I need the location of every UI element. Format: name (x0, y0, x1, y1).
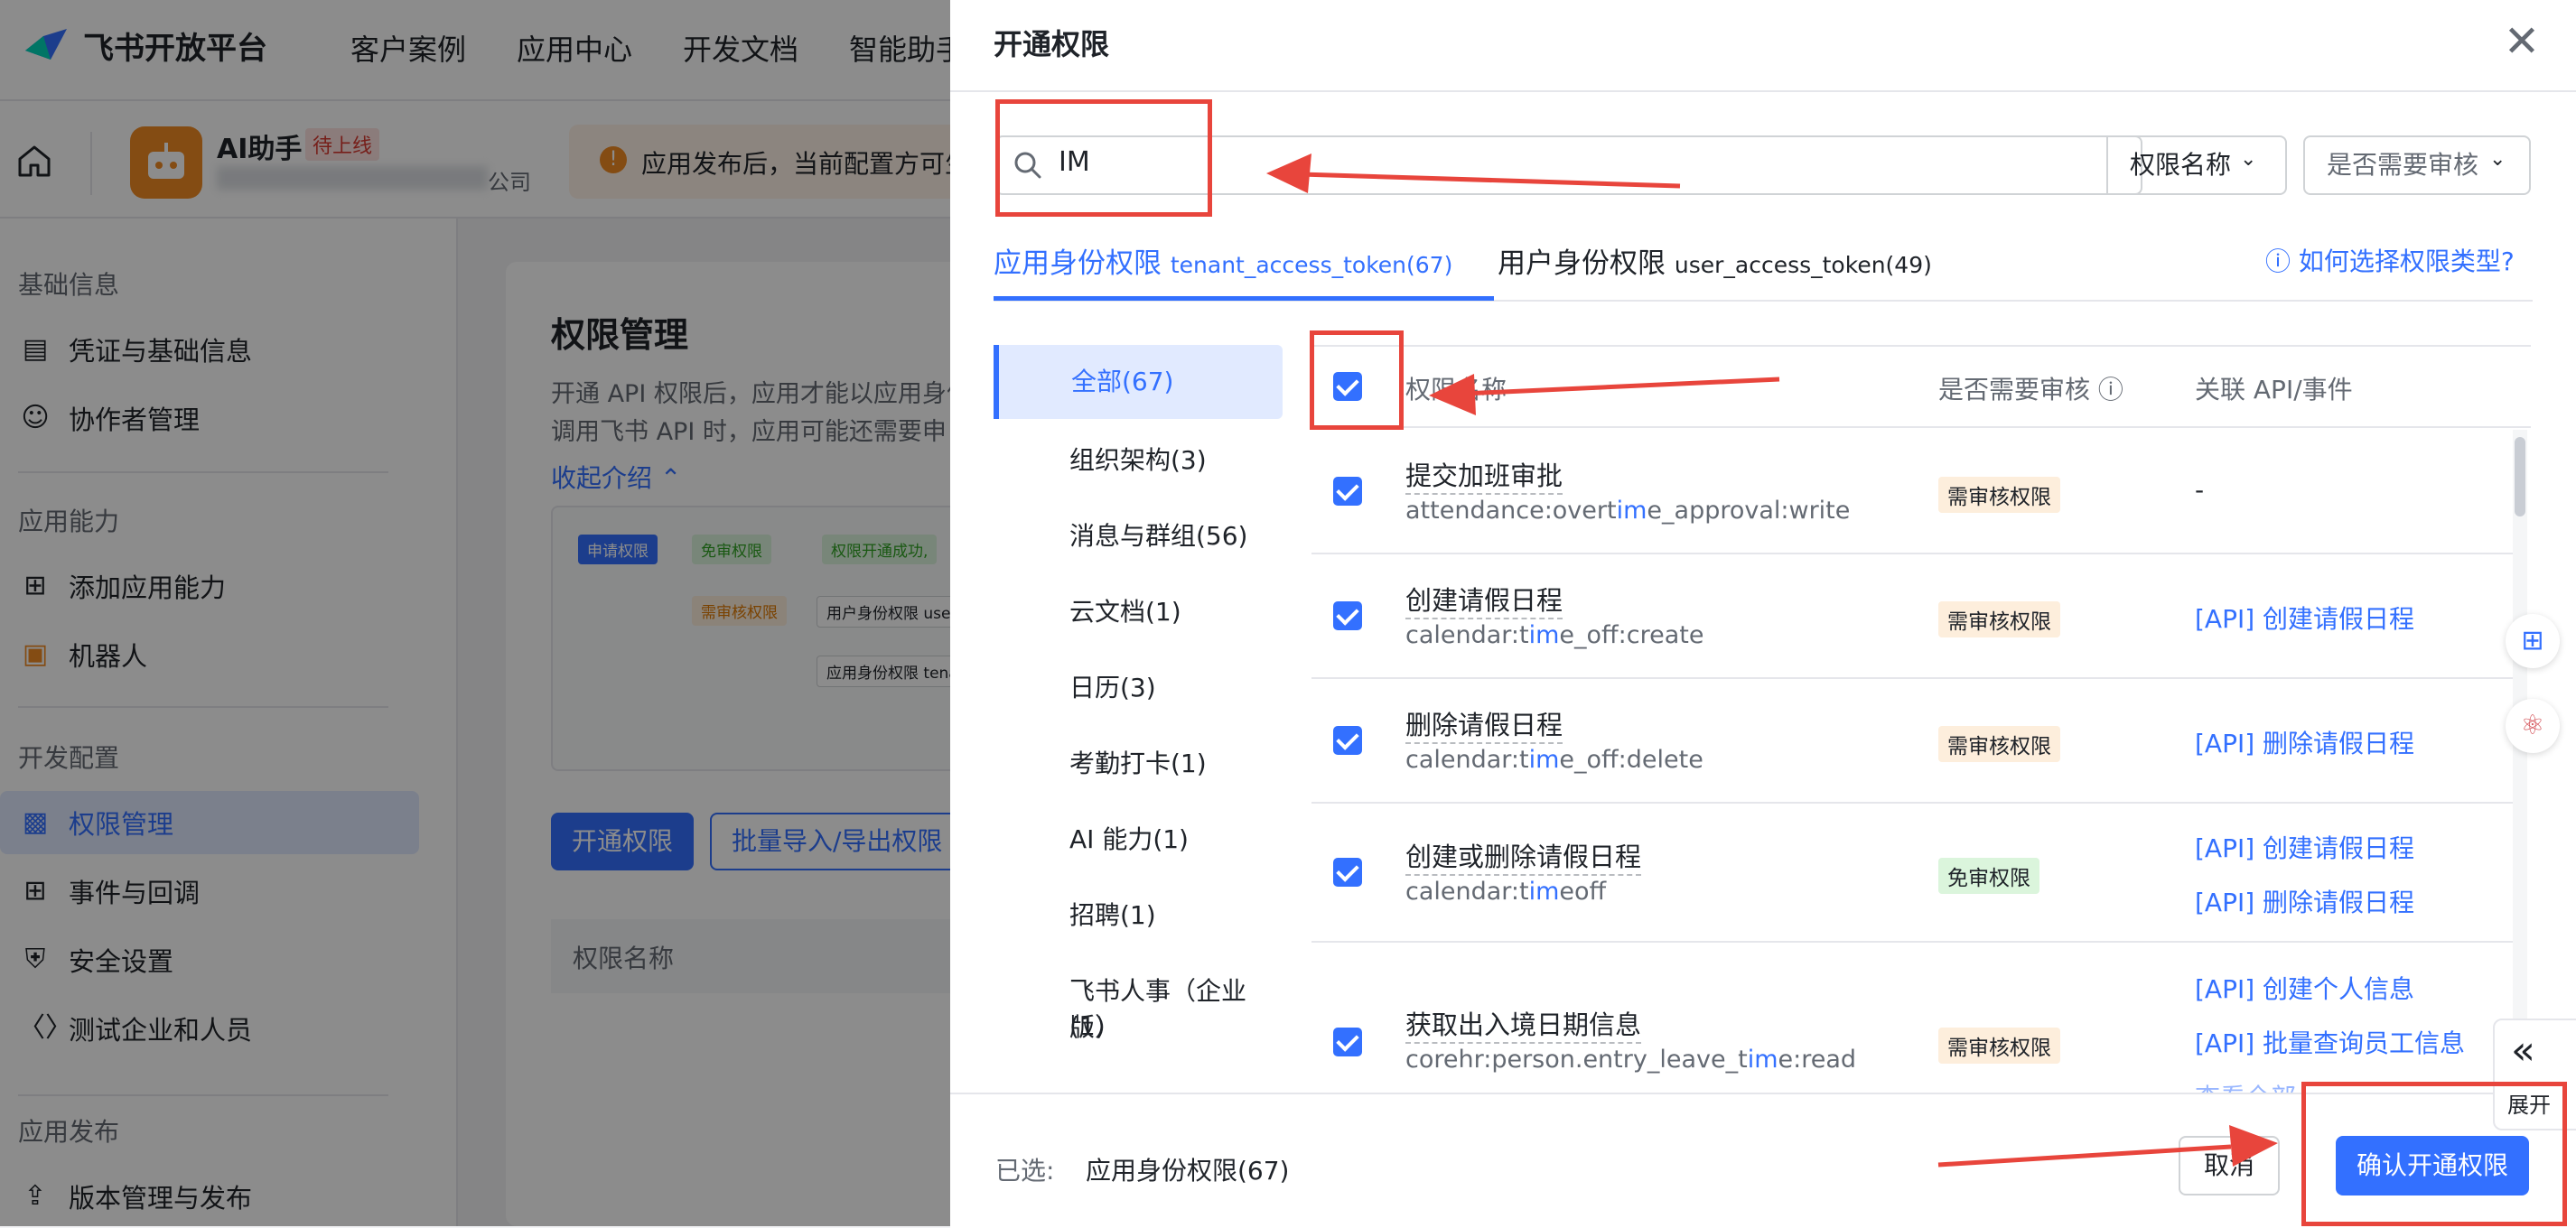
api-link[interactable]: [API] 删除请假日程 (2195, 883, 2414, 919)
search-match-highlight: im (1616, 497, 1647, 525)
chevron-down-icon: ⌄ (2240, 148, 2257, 171)
filter-permission-name-label: 权限名称 (2130, 150, 2232, 180)
permission-name: 删除请假日程 (1405, 704, 1563, 744)
column-needs-review-label: 是否需要审核 (1938, 375, 2091, 405)
permission-code-text: e_approval:write (1647, 497, 1851, 525)
apps-grid-float-icon[interactable]: ⊞ (2506, 614, 2560, 668)
help-circle-icon: ⓘ (2265, 247, 2291, 276)
filter-review-label: 是否需要审核 (2327, 150, 2479, 180)
search-match-highlight: im (1528, 878, 1560, 906)
category-all[interactable]: 全部(67) (994, 345, 1283, 419)
tab-app-identity-label: 应用身份权限 (994, 247, 1162, 280)
tab-user-identity-token: user_access_token(49) (1674, 252, 1932, 278)
category-ai[interactable]: AI 能力(1) (994, 820, 1283, 856)
annotation-box-search (995, 99, 1212, 217)
review-required-tag: 需审核权限 (1938, 1028, 2060, 1064)
row-divider (1311, 941, 2513, 943)
column-permission-name: 权限名称 (1405, 375, 1507, 405)
cancel-button[interactable]: 取消 (2179, 1136, 2280, 1195)
permission-name: 创建请假日程 (1405, 580, 1563, 619)
permission-code: calendar:time_off:delete (1405, 746, 1703, 774)
row-checkbox[interactable] (1333, 601, 1362, 630)
drawer-divider (950, 90, 2576, 92)
category-attendance[interactable]: 考勤打卡(1) (994, 744, 1283, 780)
tab-user-identity-label: 用户身份权限 (1498, 247, 1666, 280)
annotation-box-confirm (2301, 1082, 2567, 1226)
review-required-tag: 需审核权限 (1938, 601, 2060, 637)
permission-code-text: corehr:person.entry_leave_t (1405, 1046, 1748, 1074)
permission-code-text: calendar:t (1405, 746, 1529, 774)
category-corehr-count[interactable]: (1) (994, 1011, 1283, 1041)
permission-code-text: calendar:t (1405, 621, 1529, 649)
category-docs[interactable]: 云文档(1) (994, 592, 1283, 628)
permission-name: 创建或删除请假日程 (1405, 836, 1642, 876)
translate-float-icon[interactable]: ⚛ (2506, 699, 2560, 753)
search-match-highlight: im (1528, 746, 1560, 774)
row-divider (1311, 553, 2513, 554)
api-link[interactable]: [API] 删除请假日程 (2195, 724, 2414, 760)
active-tab-indicator (994, 296, 1494, 301)
permission-code-text: attendance:overt (1405, 497, 1617, 525)
drawer-title: 开通权限 (994, 27, 1110, 61)
permission-code: calendar:timeoff (1405, 878, 1606, 906)
permission-code: corehr:person.entry_leave_time:read (1405, 1046, 1856, 1074)
permission-code-text: e_off:delete (1559, 746, 1703, 774)
no-related-api: - (2195, 475, 2205, 505)
permission-code: attendance:overtime_approval:write (1405, 497, 1850, 525)
question-circle-icon[interactable]: ⓘ (2098, 375, 2123, 405)
close-icon[interactable]: ✕ (2495, 14, 2549, 69)
category-org[interactable]: 组织架构(3) (994, 441, 1283, 477)
tab-app-identity[interactable]: 应用身份权限 tenant_access_token(67) (994, 240, 1452, 281)
permission-code: calendar:time_off:create (1405, 621, 1703, 649)
help-link-label: 如何选择权限类型? (2298, 247, 2515, 276)
row-checkbox[interactable] (1333, 726, 1362, 755)
api-link[interactable]: [API] 批量查询员工信息 (2195, 1024, 2465, 1060)
column-needs-review: 是否需要审核 ⓘ (1938, 370, 2123, 406)
selected-label: 已选: (995, 1156, 1055, 1186)
permission-name: 提交加班审批 (1405, 455, 1563, 495)
row-checkbox[interactable] (1333, 858, 1362, 887)
row-divider (1311, 802, 2513, 804)
row-divider (1311, 677, 2513, 679)
selected-value: 应用身份权限(67) (1086, 1156, 1290, 1186)
row-checkbox[interactable] (1333, 1028, 1362, 1056)
api-link[interactable]: [API] 创建个人信息 (2195, 970, 2414, 1006)
category-recruit[interactable]: 招聘(1) (994, 896, 1283, 932)
chevron-down-icon: ⌄ (2489, 148, 2506, 171)
grid-scrollbar-thumb[interactable] (2515, 437, 2525, 516)
api-link[interactable]: [API] 创建请假日程 (2195, 600, 2414, 636)
permission-code-text: calendar:t (1405, 878, 1529, 906)
annotation-box-select-all (1310, 330, 1404, 430)
permission-type-help-link[interactable]: ⓘ 如何选择权限类型? (2265, 242, 2515, 278)
filter-permission-name-select[interactable]: 权限名称 (2106, 135, 2287, 195)
search-match-highlight: im (1528, 621, 1560, 649)
permission-code-text: e_off:create (1559, 621, 1704, 649)
api-link[interactable]: [API] 创建请假日程 (2195, 829, 2414, 865)
review-required-tag: 需审核权限 (1938, 477, 2060, 513)
tab-user-identity[interactable]: 用户身份权限 user_access_token(49) (1498, 240, 1932, 281)
search-match-highlight: im (1747, 1046, 1778, 1074)
row-checkbox[interactable] (1333, 477, 1362, 506)
grid-scrollbar[interactable] (2513, 430, 2527, 1094)
permission-code-text: e:read (1778, 1046, 1857, 1074)
column-related-api: 关联 API/事件 (2195, 375, 2353, 405)
tab-app-identity-token: tenant_access_token(67) (1170, 252, 1453, 278)
review-free-tag: 免审权限 (1938, 858, 2039, 894)
category-messages[interactable]: 消息与群组(56) (994, 516, 1283, 553)
permission-name: 获取出入境日期信息 (1405, 1004, 1642, 1044)
review-required-tag: 需审核权限 (1938, 726, 2060, 762)
double-chevron-left-icon[interactable]: « (2511, 1028, 2535, 1074)
category-calendar[interactable]: 日历(3) (994, 668, 1283, 704)
permission-code-text: eoff (1559, 878, 1607, 906)
